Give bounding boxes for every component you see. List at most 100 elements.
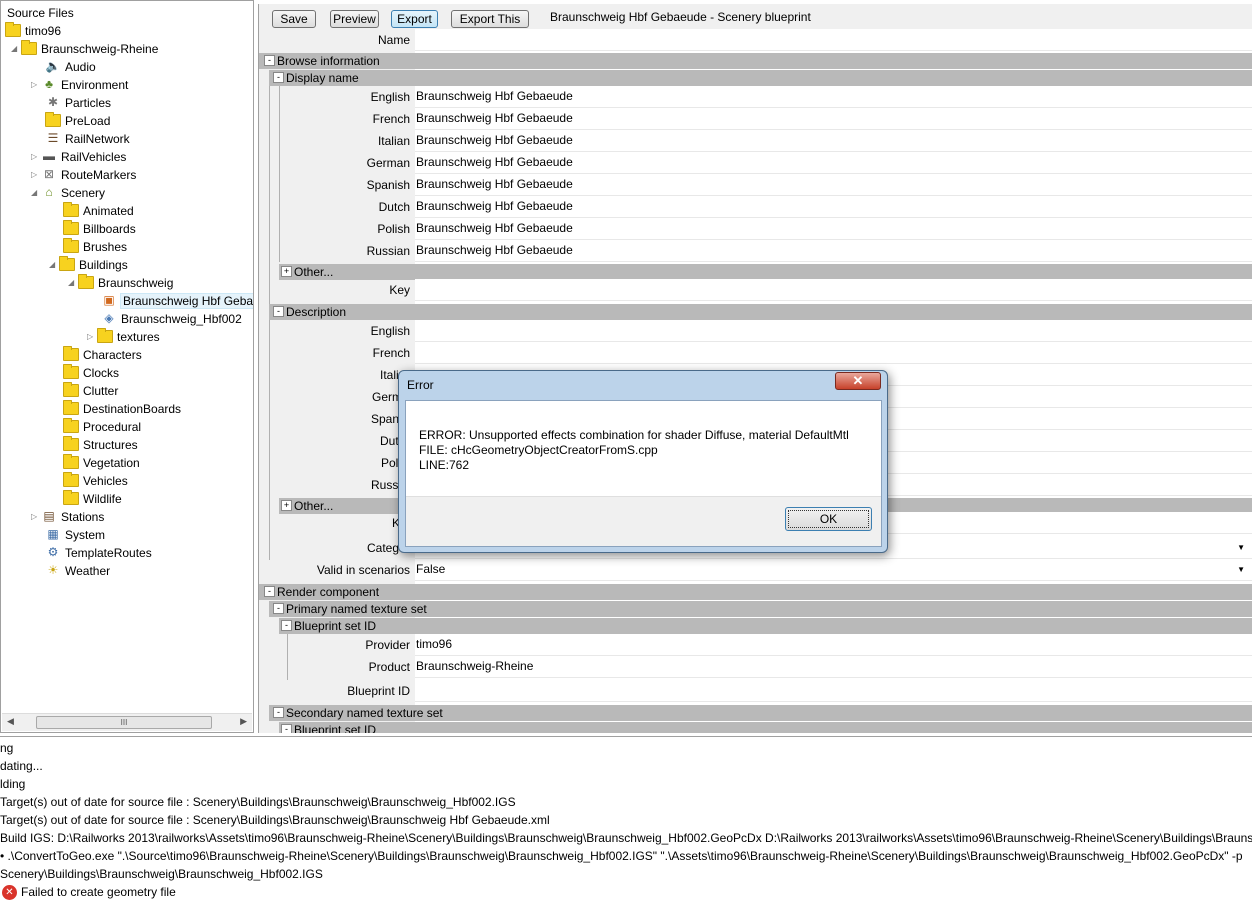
scroll-right-arrow-icon[interactable]: ▶ [240,716,247,727]
collapse-arrow-icon[interactable]: ◢ [68,274,78,292]
collapse-toggle-icon[interactable]: - [273,707,284,718]
tree-node-templateroutes[interactable]: ⚙ TemplateRoutes [35,544,152,562]
display-name-german-row[interactable]: German Braunschweig Hbf Gebaeude [259,152,1252,174]
section-blueprint-set-id[interactable]: - Blueprint set ID [279,618,1252,634]
name-field[interactable] [415,29,1252,51]
collapse-arrow-icon[interactable]: ◢ [49,256,59,274]
tree-node-clutter[interactable]: Clutter [53,382,118,400]
section-primary-texture-set[interactable]: - Primary named texture set [269,601,1252,617]
expand-arrow-icon[interactable]: ▷ [31,76,41,94]
tree-node-railvehicles[interactable]: ▷ ▬ RailVehicles [31,148,126,166]
display-name-polish-row[interactable]: Polish Braunschweig Hbf Gebaeude [259,218,1252,240]
description-french-row[interactable]: French [259,342,1252,364]
tree-node-braunschweig[interactable]: ◢ Braunschweig [68,274,173,292]
collapse-toggle-icon[interactable]: - [281,620,292,631]
key-field[interactable] [415,279,1252,301]
tree-horizontal-scrollbar[interactable]: ◀ III ▶ [2,713,252,731]
tree-node-scenery[interactable]: ◢ ⌂ Scenery [31,184,105,202]
section-other-display[interactable]: + Other... [279,264,1252,280]
description-english-row[interactable]: English [259,320,1252,342]
tree-node-vehicles[interactable]: Vehicles [53,472,128,490]
tree-node-preload[interactable]: PreLoad [35,112,110,130]
export-button[interactable]: Export [391,10,438,28]
collapse-toggle-icon[interactable]: - [264,55,275,66]
dropdown-arrow-icon[interactable]: ▼ [1237,559,1245,581]
expand-toggle-icon[interactable]: + [281,500,292,511]
display-name-spanish-row[interactable]: Spanish Braunschweig Hbf Gebaeude [259,174,1252,196]
close-icon[interactable]: ✕ [835,372,881,390]
collapse-toggle-icon[interactable]: - [264,586,275,597]
preview-button[interactable]: Preview [330,10,379,28]
tree-node-system[interactable]: ▦ System [35,526,105,544]
product-row[interactable]: Product Braunschweig-Rheine [259,656,1252,678]
expand-toggle-icon[interactable]: + [281,266,292,277]
display-name-dutch-row[interactable]: Dutch Braunschweig Hbf Gebaeude [259,196,1252,218]
display-name-russian-row[interactable]: Russian Braunschweig Hbf Gebaeude [259,240,1252,262]
section-display-name[interactable]: - Display name [269,70,1252,86]
section-browse-information[interactable]: - Browse information [259,53,1252,69]
tree-node-braunschweig-hbf-gebaeude[interactable]: ▣ Braunschweig Hbf Gebae [91,292,253,310]
blueprint-id-field[interactable] [415,680,1252,702]
display-name-dutch-field[interactable]: Braunschweig Hbf Gebaeude [415,196,1252,218]
tree-node-animated[interactable]: Animated [53,202,134,220]
export-this-button[interactable]: Export This [451,10,529,28]
display-name-polish-field[interactable]: Braunschweig Hbf Gebaeude [415,218,1252,240]
section-render-component[interactable]: - Render component [259,584,1252,600]
product-field[interactable]: Braunschweig-Rheine [415,656,1252,678]
valid-in-scenarios-dropdown[interactable]: False ▼ [415,559,1252,581]
tree-node-procedural[interactable]: Procedural [53,418,141,436]
ok-button[interactable]: OK [785,507,872,531]
tree-node-vegetation[interactable]: Vegetation [53,454,140,472]
expand-arrow-icon[interactable]: ▷ [31,148,41,166]
blueprint-id-row[interactable]: Blueprint ID [259,680,1252,702]
valid-in-scenarios-row[interactable]: Valid in scenarios False ▼ [259,559,1252,581]
key-row[interactable]: Key [259,279,1252,301]
display-name-italian-row[interactable]: Italian Braunschweig Hbf Gebaeude [259,130,1252,152]
display-name-english-row[interactable]: English Braunschweig Hbf Gebaeude [259,86,1252,108]
display-name-french-field[interactable]: Braunschweig Hbf Gebaeude [415,108,1252,130]
collapse-arrow-icon[interactable]: ◢ [11,40,21,58]
tree-node-textures[interactable]: ▷ textures [87,328,160,346]
display-name-english-field[interactable]: Braunschweig Hbf Gebaeude [415,86,1252,108]
tree-node-weather[interactable]: ☀ Weather [35,562,111,580]
expand-arrow-icon[interactable]: ▷ [31,508,41,526]
tree-node-routemarkers[interactable]: ▷ ⊠ RouteMarkers [31,166,136,184]
section-description[interactable]: - Description [269,304,1252,320]
tree-node-timo96[interactable]: timo96 [5,22,61,40]
output-log[interactable]: ng dating... lding Target(s) out of date… [0,736,1252,904]
collapse-toggle-icon[interactable]: - [281,724,292,733]
display-name-german-field[interactable]: Braunschweig Hbf Gebaeude [415,152,1252,174]
tree-node-environment[interactable]: ▷ ♣ Environment [31,76,128,94]
tree-node-characters[interactable]: Characters [53,346,142,364]
scrollbar-thumb[interactable]: III [36,716,212,729]
display-name-russian-field[interactable]: Braunschweig Hbf Gebaeude [415,240,1252,262]
tree-node-audio[interactable]: 🔈 Audio [35,58,96,76]
collapse-toggle-icon[interactable]: - [273,603,284,614]
scroll-left-arrow-icon[interactable]: ◀ [7,716,14,727]
tree-node-brushes[interactable]: Brushes [53,238,127,256]
description-french-field[interactable] [415,342,1252,364]
tree-node-destinationboards[interactable]: DestinationBoards [53,400,181,418]
tree-node-railnetwork[interactable]: ☰ RailNetwork [35,130,130,148]
tree-node-wildlife[interactable]: Wildlife [53,490,122,508]
tree-node-braunschweig-rheine[interactable]: ◢ Braunschweig-Rheine [11,40,158,58]
provider-field[interactable]: timo96 [415,634,1252,656]
display-name-italian-field[interactable]: Braunschweig Hbf Gebaeude [415,130,1252,152]
tree-node-clocks[interactable]: Clocks [53,364,119,382]
tree-node-structures[interactable]: Structures [53,436,138,454]
collapse-toggle-icon[interactable]: - [273,72,284,83]
description-english-field[interactable] [415,320,1252,342]
source-files-tree[interactable]: Source Files timo96 ◢ Braunschweig-Rheine… [0,0,254,733]
tree-node-billboards[interactable]: Billboards [53,220,136,238]
tree-node-particles[interactable]: ✱ Particles [35,94,111,112]
provider-row[interactable]: Provider timo96 [259,634,1252,656]
tree-node-stations[interactable]: ▷ ▤ Stations [31,508,104,526]
collapse-toggle-icon[interactable]: - [273,306,284,317]
section-secondary-texture-set[interactable]: - Secondary named texture set [269,705,1252,721]
collapse-arrow-icon[interactable]: ◢ [31,184,41,202]
display-name-spanish-field[interactable]: Braunschweig Hbf Gebaeude [415,174,1252,196]
save-button[interactable]: Save [272,10,316,28]
display-name-french-row[interactable]: French Braunschweig Hbf Gebaeude [259,108,1252,130]
dropdown-arrow-icon[interactable]: ▼ [1237,537,1245,559]
expand-arrow-icon[interactable]: ▷ [87,328,97,346]
